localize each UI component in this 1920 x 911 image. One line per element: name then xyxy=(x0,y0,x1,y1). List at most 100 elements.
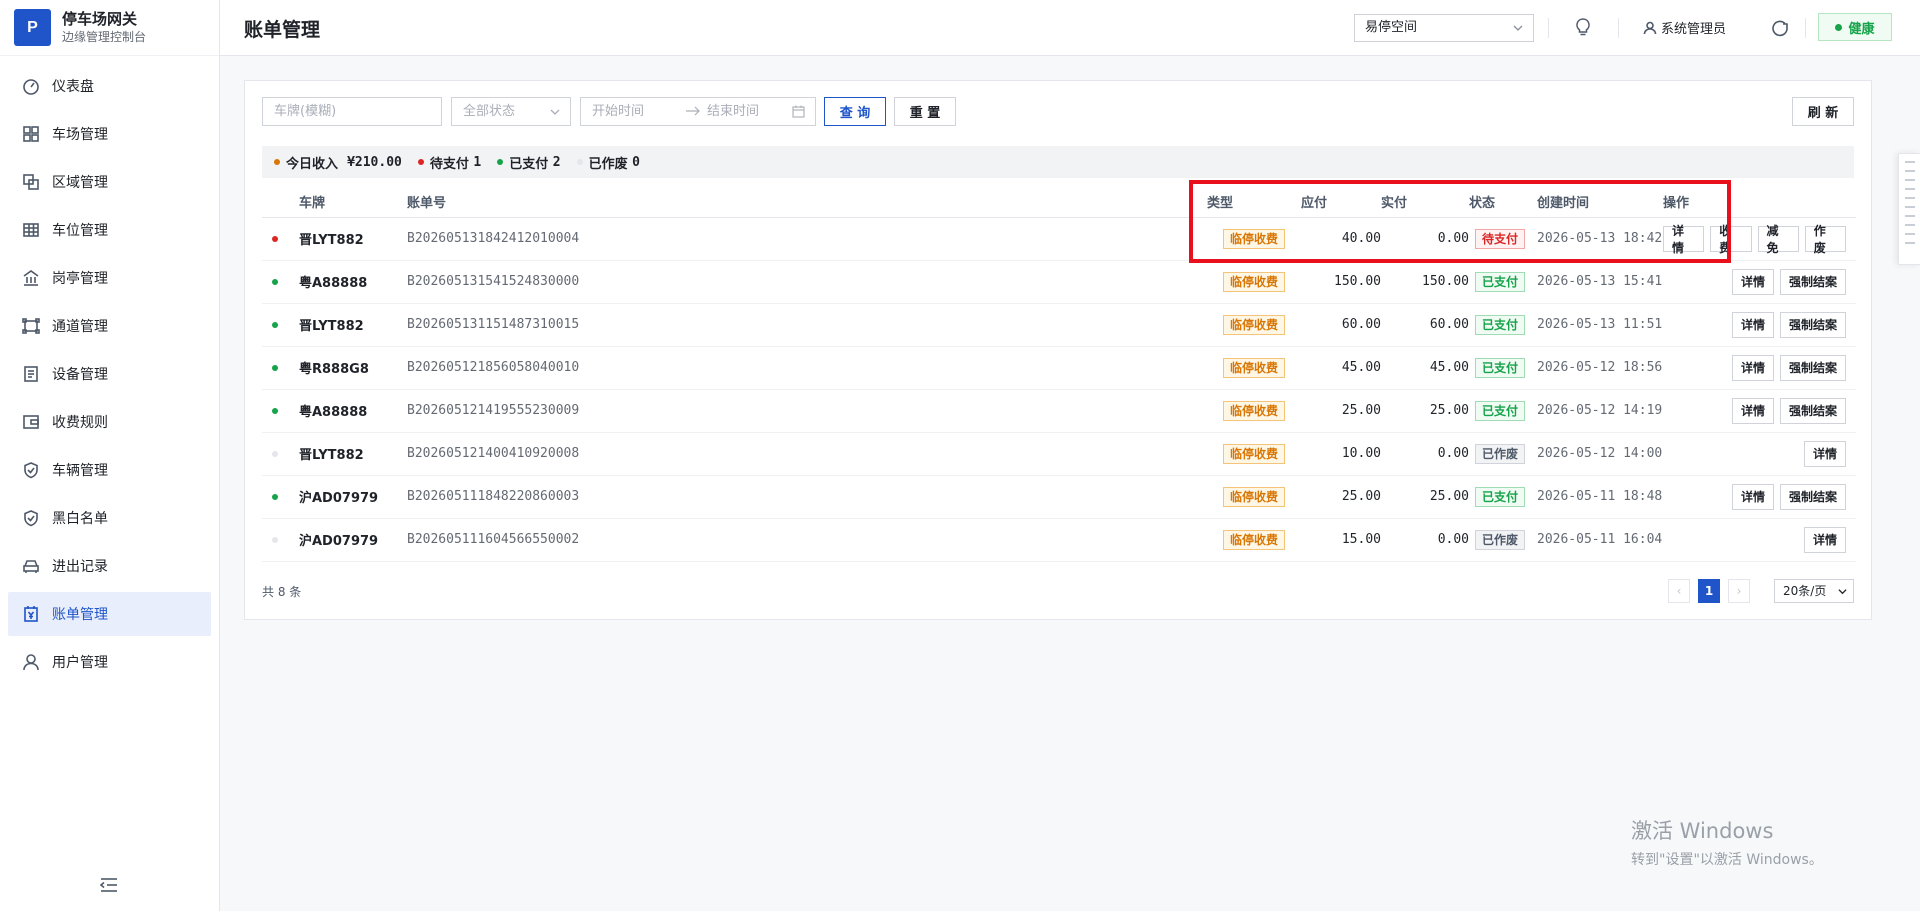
table-header-row: 车牌 账单号 类型 应付 实付 状态 创建时间 操作 xyxy=(262,187,1856,218)
brand-title: 停车场网关 xyxy=(62,10,138,28)
user-menu[interactable]: 系统管理员 xyxy=(1643,18,1726,37)
logout-icon[interactable] xyxy=(1769,17,1791,39)
op-button[interactable]: 详情 xyxy=(1731,268,1774,295)
sidebar-item-12[interactable]: 用户管理 xyxy=(8,640,211,684)
cell-due: 40.00 xyxy=(1301,217,1381,261)
date-range-picker[interactable]: 开始时间 结束时间 xyxy=(580,97,816,126)
status-tag: 已支付 xyxy=(1474,400,1525,421)
reset-button[interactable]: 重 置 xyxy=(894,97,956,126)
op-button[interactable]: 强制结案 xyxy=(1779,397,1846,424)
user-icon xyxy=(1643,21,1657,34)
cell-plate: 沪AD07979 xyxy=(299,518,407,562)
op-button[interactable]: 详情 xyxy=(1663,224,1705,255)
health-dot-icon xyxy=(1835,23,1843,31)
shield-icon xyxy=(22,461,40,479)
cell-due: 150.00 xyxy=(1301,260,1381,304)
status-tag: 已支付 xyxy=(1474,486,1525,507)
sidebar-item-2[interactable]: 区域管理 xyxy=(8,160,211,204)
col-created: 创建时间 xyxy=(1531,187,1663,218)
cell-created: 2026-05-12 18:56 xyxy=(1531,346,1663,390)
sidebar-item-0[interactable]: 仪表盘 xyxy=(8,64,211,108)
channel-icon xyxy=(22,317,40,335)
cell-bill-no: B202605121856058040010 xyxy=(407,346,1207,390)
site-select-value: 易停空间 xyxy=(1365,20,1418,35)
page-1-button[interactable]: 1 xyxy=(1698,579,1720,603)
end-time-input[interactable]: 结束时间 xyxy=(707,98,759,125)
sidebar-item-3[interactable]: 车位管理 xyxy=(8,208,211,252)
sidebar-item-8[interactable]: 车辆管理 xyxy=(8,448,211,492)
cell-paid: 45.00 xyxy=(1381,346,1469,390)
sidebar-item-label: 区域管理 xyxy=(52,175,108,191)
col-type: 类型 xyxy=(1207,187,1301,218)
arrow-right-icon xyxy=(686,106,700,116)
sidebar-item-10[interactable]: 进出记录 xyxy=(8,544,211,588)
next-page-button[interactable]: › xyxy=(1728,579,1750,603)
sidebar-item-1[interactable]: 车场管理 xyxy=(8,112,211,156)
cell-created: 2026-05-12 14:00 xyxy=(1531,432,1663,476)
summary-void: 已作废 0 xyxy=(576,153,640,172)
op-button[interactable]: 详情 xyxy=(1731,397,1774,424)
op-button[interactable]: 强制结案 xyxy=(1779,354,1846,381)
op-button[interactable]: 强制结案 xyxy=(1779,483,1846,510)
status-select[interactable]: 全部状态 xyxy=(451,97,571,126)
status-dot-icon xyxy=(272,408,278,414)
car-icon xyxy=(22,557,40,575)
op-button[interactable]: 详情 xyxy=(1731,311,1774,338)
op-button[interactable]: 详情 xyxy=(1731,483,1774,510)
device-icon xyxy=(22,365,40,383)
cell-created: 2026-05-13 11:51 xyxy=(1531,303,1663,347)
cell-paid: 25.00 xyxy=(1381,475,1469,519)
cell-created: 2026-05-11 18:48 xyxy=(1531,475,1663,519)
sidebar-item-7[interactable]: 收费规则 xyxy=(8,400,211,444)
sidebar-item-6[interactable]: 设备管理 xyxy=(8,352,211,396)
sidebar-item-9[interactable]: 黑白名单 xyxy=(8,496,211,540)
op-button[interactable]: 详情 xyxy=(1803,440,1846,467)
refresh-button[interactable]: 刷 新 xyxy=(1792,97,1854,126)
type-tag: 临停收费 xyxy=(1222,400,1285,421)
status-dot-icon xyxy=(272,365,278,371)
sidebar-item-label: 用户管理 xyxy=(52,655,108,671)
status-dot-icon xyxy=(272,279,278,285)
op-button[interactable]: 详情 xyxy=(1731,354,1774,381)
windows-activation-watermark: 激活 Windows 转到"设置"以激活 Windows。 xyxy=(1631,815,1823,869)
page-size-select[interactable]: 20条/页 xyxy=(1774,579,1854,603)
op-button[interactable]: 作废 xyxy=(1804,224,1846,255)
side-panel-tab[interactable] xyxy=(1898,153,1920,265)
prev-page-button[interactable]: ‹ xyxy=(1668,579,1690,603)
sidebar-item-label: 进出记录 xyxy=(52,559,108,575)
row-actions: 详情 强制结案 xyxy=(1663,311,1856,338)
op-button[interactable]: 强制结案 xyxy=(1779,268,1846,295)
start-time-input[interactable]: 开始时间 xyxy=(592,104,644,119)
total-count: 共 8 条 xyxy=(262,585,302,599)
lightbulb-icon[interactable] xyxy=(1572,16,1594,38)
filter-toolbar: 车牌(模糊) 全部状态 开始时间 结束时间 查 询 重 置 刷 新 xyxy=(262,97,1854,127)
cell-due: 10.00 xyxy=(1301,432,1381,476)
op-button[interactable]: 减免 xyxy=(1757,224,1799,255)
plate-search-input[interactable]: 车牌(模糊) xyxy=(262,97,442,126)
sidebar-item-11[interactable]: 账单管理 xyxy=(8,592,211,636)
op-button[interactable]: 收费 xyxy=(1710,224,1752,255)
cell-created: 2026-05-13 18:42 xyxy=(1531,217,1663,261)
bill-card: 车牌(模糊) 全部状态 开始时间 结束时间 查 询 重 置 刷 新 今日收入 ¥… xyxy=(244,80,1872,620)
void-dot-icon xyxy=(576,159,583,165)
op-button[interactable]: 详情 xyxy=(1803,526,1846,553)
status-dot-icon xyxy=(272,236,278,242)
type-tag: 临停收费 xyxy=(1222,314,1285,335)
query-button[interactable]: 查 询 xyxy=(824,97,886,126)
sidebar-item-label: 车场管理 xyxy=(52,127,108,143)
sidebar-nav: 仪表盘车场管理区域管理车位管理 岗亭管理 通道管理 设备管理 收费规则 车辆管理 黑白名单进… xyxy=(0,64,219,684)
table-row: 沪AD07979 B202605111848220860003 临停收费 25.00 2… xyxy=(262,475,1856,519)
col-status: 状态 xyxy=(1469,187,1531,218)
sidebar-item-4[interactable]: 岗亭管理 xyxy=(8,256,211,300)
cell-due: 45.00 xyxy=(1301,346,1381,390)
collapse-menu-icon[interactable] xyxy=(99,876,119,894)
site-select[interactable]: 易停空间 xyxy=(1354,14,1534,42)
row-actions: 详情 强制结案 xyxy=(1663,483,1856,510)
op-button[interactable]: 强制结案 xyxy=(1779,311,1846,338)
income-value: ¥210.00 xyxy=(347,154,402,170)
sidebar-item-5[interactable]: 通道管理 xyxy=(8,304,211,348)
sidebar: P 停车场网关 边缘管理控制台 仪表盘 车场管理 区域管理 车位管理 岗亭管理 通道管理设… xyxy=(0,0,220,911)
row-actions: 详情 强制结案 xyxy=(1663,397,1856,424)
cell-bill-no: B202605121400410920008 xyxy=(407,432,1207,476)
table-row: 晋LYT882 B202605121400410920008 临停收费 10.00 0.… xyxy=(262,432,1856,476)
